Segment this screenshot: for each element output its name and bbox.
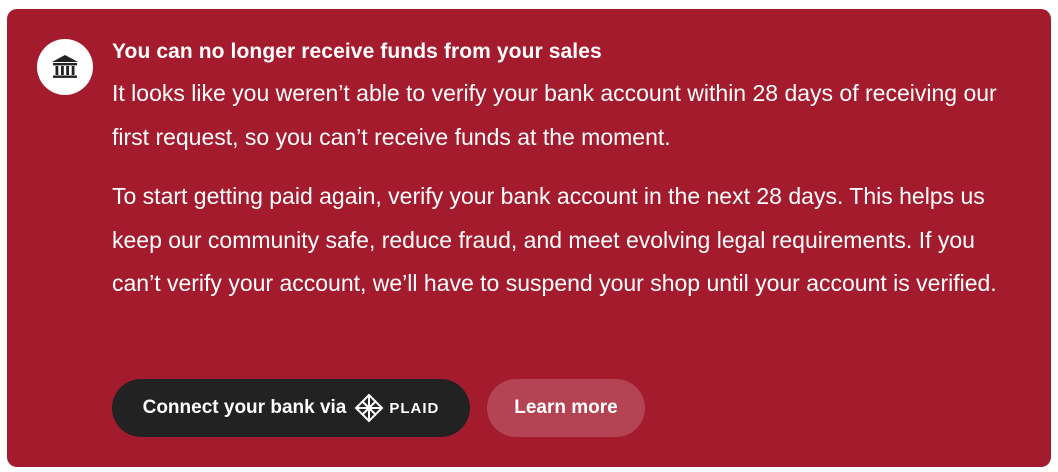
alert-content: You can no longer receive funds from you… [112,37,1012,306]
connect-bank-button[interactable]: Connect your bank via PLAID [112,379,470,437]
alert-paragraph-1: It looks like you weren’t able to verify… [112,80,997,150]
learn-more-button[interactable]: Learn more [487,379,645,437]
bank-icon-badge [37,39,93,95]
alert-actions: Connect your bank via PLAID Learn more [112,379,645,437]
plaid-wordmark: PLAID [389,399,440,417]
plaid-logo-icon [354,393,384,423]
bank-icon [52,55,78,78]
alert-paragraph-2: To start getting paid again, verify your… [112,183,997,296]
connect-bank-label: Connect your bank via [142,397,347,418]
plaid-logo: PLAID [354,393,439,423]
bank-verification-alert: You can no longer receive funds from you… [7,9,1051,467]
alert-title: You can no longer receive funds from you… [112,40,602,63]
